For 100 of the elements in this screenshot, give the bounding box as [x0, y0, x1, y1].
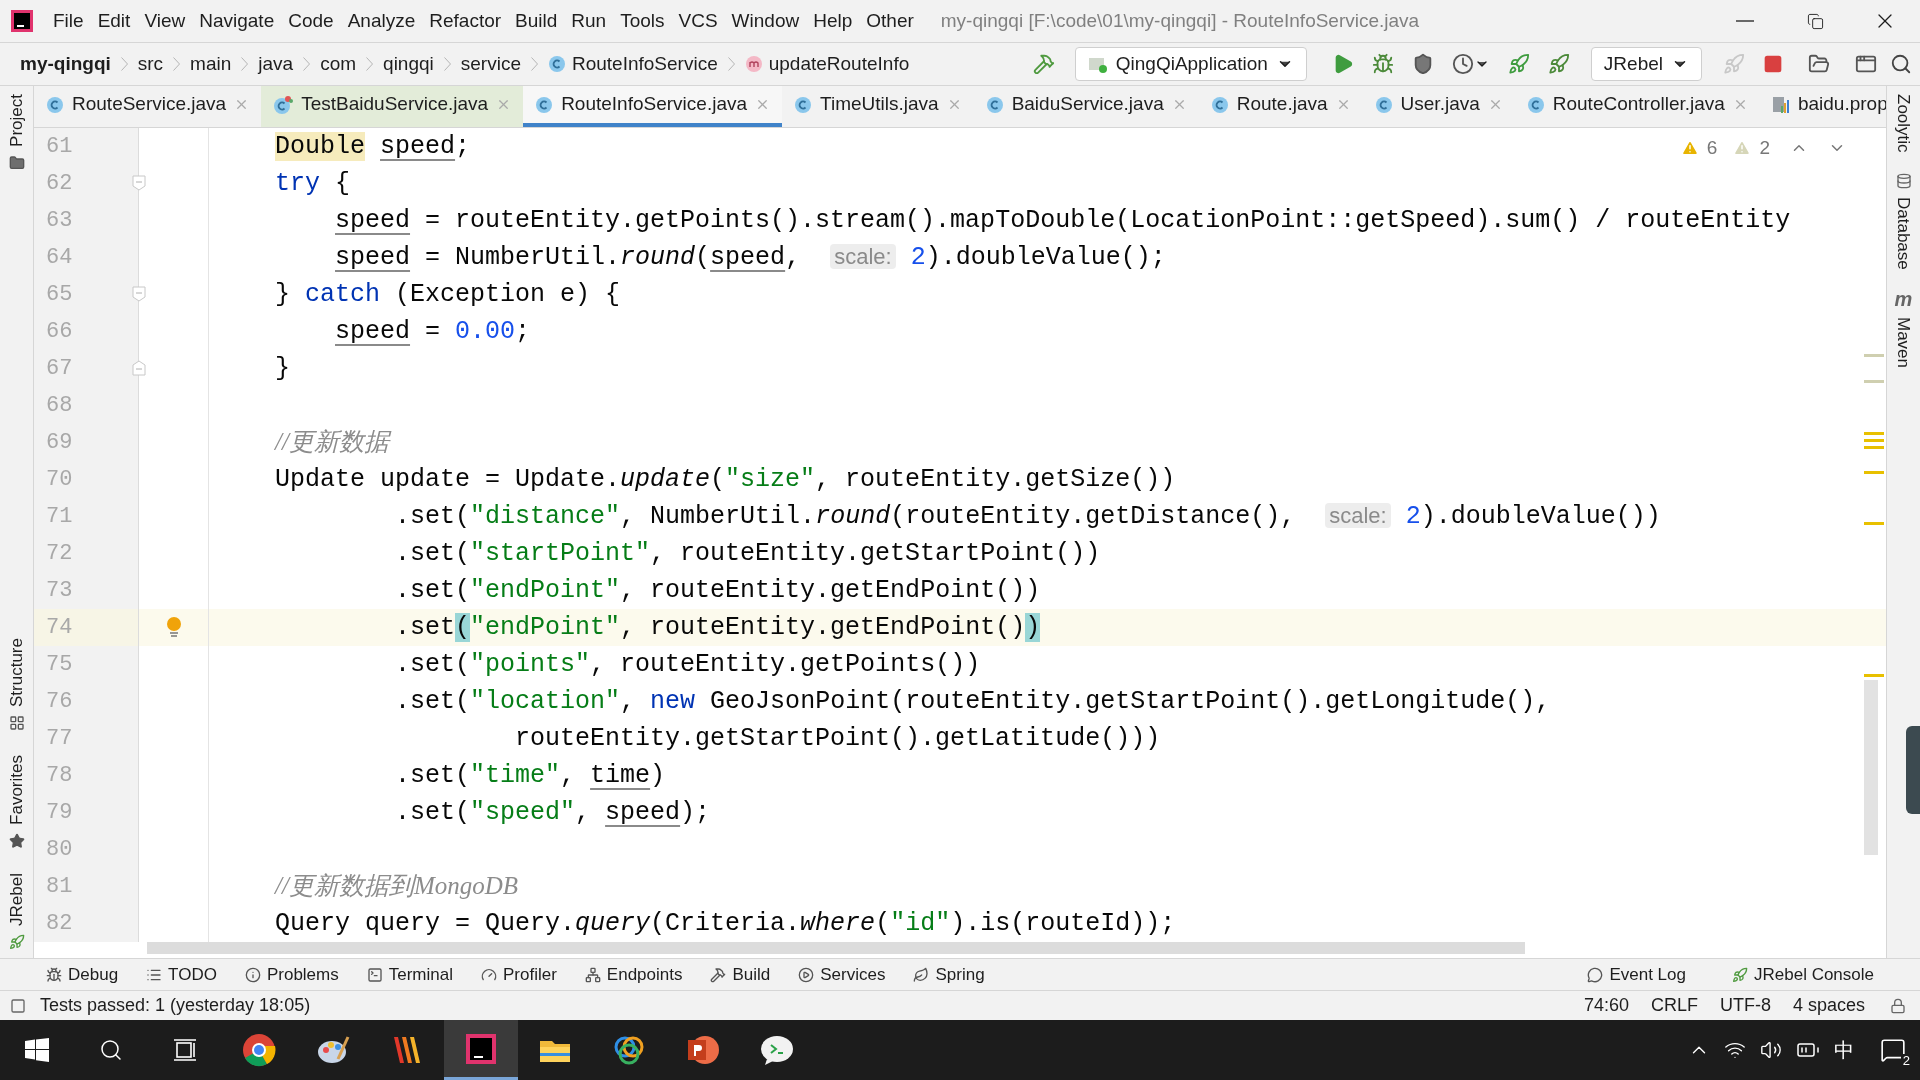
tool-window-tab[interactable]: Zoolytic [1890, 94, 1917, 153]
code-line: .set("time", time) [394, 759, 666, 792]
breadcrumb-item[interactable]: java [256, 49, 296, 79]
lock-icon[interactable] [1890, 997, 1906, 1014]
status-item[interactable]: UTF-8 [1719, 992, 1771, 1019]
volume-icon[interactable] [1760, 1039, 1782, 1061]
breadcrumb-item[interactable]: com [318, 49, 359, 79]
menu-item[interactable]: Run [564, 6, 614, 36]
lightbulb-icon[interactable] [165, 615, 182, 640]
rocket-icon[interactable] [1547, 53, 1570, 75]
slides-app-icon [686, 1033, 720, 1067]
menu-item[interactable]: Other [859, 6, 921, 36]
chevron-icon [443, 57, 451, 71]
class-icon [1210, 95, 1229, 114]
menu-item[interactable]: Analyze [340, 6, 423, 36]
search-icon[interactable] [1890, 53, 1912, 75]
folder-icon[interactable] [1808, 53, 1830, 75]
code-line: } [275, 352, 290, 385]
code-line: try { [275, 167, 351, 200]
bug-icon [46, 966, 62, 983]
tool-window-button[interactable]: Debug [46, 961, 119, 988]
breadcrumb-item[interactable]: src [135, 49, 166, 79]
weak-warning-count[interactable]: 2 [1759, 134, 1770, 163]
leaf-icon [913, 966, 930, 983]
fold-marker-icon[interactable] [132, 286, 146, 302]
line-number: 76 [46, 688, 73, 716]
breadcrumb-item[interactable]: updateRouteInfo [742, 49, 912, 79]
line-number: 63 [46, 207, 73, 235]
chevron-icon [727, 57, 735, 71]
menu-item[interactable]: Code [281, 6, 341, 36]
input-method-indicator[interactable]: 中 [1834, 1035, 1854, 1065]
tool-window-button[interactable]: JRebel Console [1732, 961, 1874, 988]
menu-item[interactable]: VCS [671, 6, 725, 36]
status-message: Tests passed: 1 (yesterday 18:05) [40, 994, 311, 1017]
breadcrumb-item[interactable]: main [188, 49, 234, 79]
tool-window-tab[interactable]: Project [3, 94, 30, 147]
code-line: .set("location", new GeoJsonPoint(routeEntity.getStartPoint().getLongitude(), [394, 685, 1551, 718]
editor-tab[interactable]: TimeUtils.java [782, 86, 974, 127]
editor-tab[interactable]: RouteService.java [34, 86, 262, 127]
windows-logo-icon [25, 1038, 49, 1062]
tool-window-tab[interactable]: Favorites [3, 755, 30, 826]
menu-item[interactable]: Build [508, 6, 565, 36]
browser-icon [242, 1033, 276, 1067]
status-item[interactable]: CRLF [1650, 992, 1698, 1019]
chevron-icon [241, 57, 249, 71]
warning-count[interactable]: 6 [1706, 134, 1718, 163]
menu-item[interactable]: Navigate [192, 6, 282, 36]
menu-item[interactable]: File [46, 6, 91, 36]
tool-window-button[interactable]: Services [798, 961, 886, 988]
line-number: 82 [46, 910, 73, 938]
breadcrumb-item[interactable]: qingqi [381, 49, 436, 79]
fold-marker-icon[interactable] [132, 360, 146, 376]
hammer-icon[interactable] [1032, 53, 1055, 75]
tool-window-button[interactable]: Problems [244, 961, 339, 988]
menu-item[interactable]: Edit [90, 6, 138, 36]
editor-tab[interactable]: BaiduService.java [973, 86, 1199, 127]
clock-icon[interactable] [1451, 53, 1474, 75]
tool-window-button[interactable]: Event Log [1587, 961, 1686, 988]
stop-icon[interactable] [1763, 54, 1783, 74]
fold-marker-icon[interactable] [132, 175, 146, 191]
jrebel-dropdown[interactable]: JRebel [1590, 47, 1702, 81]
status-item[interactable]: 4 spaces [1792, 992, 1865, 1019]
tool-window-tab[interactable]: Database [1890, 196, 1917, 270]
editor-tab[interactable]: RouteController.java [1514, 86, 1760, 127]
rocket-icon[interactable] [1507, 53, 1530, 75]
tool-window-tab[interactable]: Structure [3, 638, 30, 708]
status-item[interactable]: 74:60 [1583, 992, 1629, 1019]
code-line: speed = routeEntity.getPoints().stream().mapToDouble(LocationPoint::getSpeed).sum() / routeEntity [334, 204, 1791, 237]
breadcrumb-item[interactable]: my-qingqi [18, 49, 113, 79]
tool-window-button[interactable]: TODO [146, 961, 217, 988]
tool-window-button[interactable]: Spring [913, 961, 985, 988]
tool-window-tab[interactable]: JRebel [3, 873, 30, 926]
code-line: .set("endPoint", routeEntity.getEndPoint()) [394, 574, 1041, 607]
line-number: 69 [46, 429, 73, 457]
tool-window-button[interactable]: Terminal [366, 961, 453, 988]
horizontal-scrollbar-thumb[interactable] [147, 942, 1525, 954]
run-config-dropdown[interactable]: QingQiApplication [1074, 47, 1307, 81]
breadcrumb-item[interactable]: service [458, 49, 523, 79]
editor-tab[interactable]: TestBaiduService.java [261, 86, 524, 127]
menu-item[interactable]: Window [724, 6, 807, 36]
line-number: 67 [46, 355, 73, 383]
ide-logo-icon [464, 1031, 498, 1066]
menu-item[interactable]: Help [806, 6, 860, 36]
editor-tab[interactable]: User.java [1362, 86, 1515, 127]
menu-item[interactable]: Tools [613, 6, 672, 36]
breadcrumb-item[interactable]: RouteInfoService [545, 49, 720, 79]
panel-toggle-icon[interactable] [10, 997, 26, 1014]
editor-tab[interactable]: RouteInfoService.java [523, 86, 783, 127]
bug-icon[interactable] [1371, 53, 1394, 75]
editor-tab[interactable]: Route.java [1198, 86, 1363, 127]
taskbar-app-button[interactable] [444, 1020, 518, 1080]
tool-window-button[interactable]: Endpoints [584, 961, 683, 988]
menu-item[interactable]: View [137, 6, 193, 36]
window-icon[interactable] [1855, 53, 1877, 75]
tool-window-tab[interactable]: Maven [1890, 317, 1917, 369]
menu-item[interactable]: Refactor [422, 6, 509, 36]
tool-window-button[interactable]: Build [710, 961, 771, 988]
properties-file-icon [1771, 94, 1790, 115]
tool-window-button[interactable]: Profiler [481, 961, 557, 988]
vertical-scrollbar-thumb[interactable] [1864, 680, 1878, 855]
